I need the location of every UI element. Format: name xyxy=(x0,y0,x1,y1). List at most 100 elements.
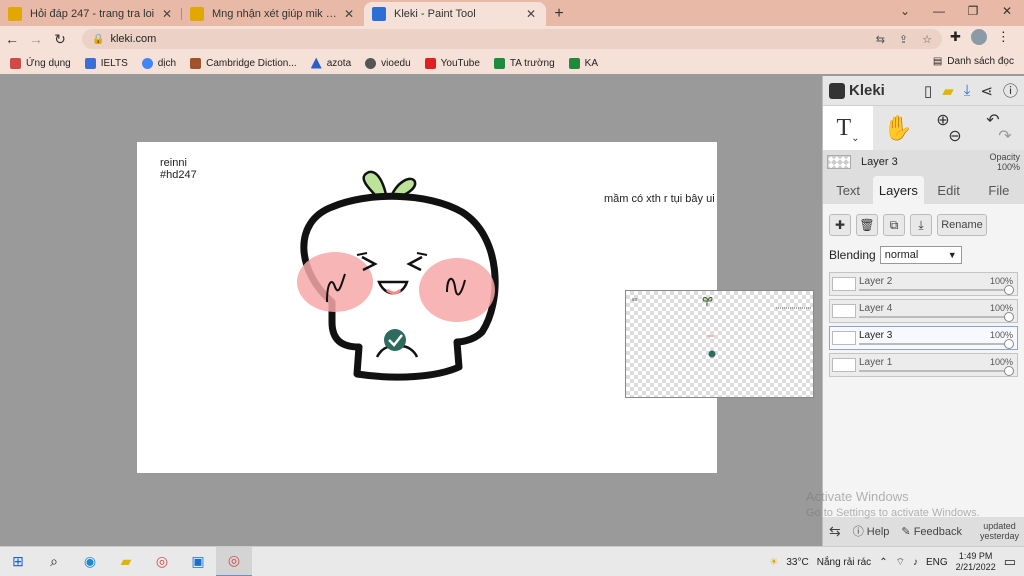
text-tool-button[interactable]: T ⌄ xyxy=(823,106,873,150)
chevron-down-icon: ⌄ xyxy=(851,133,860,144)
navigator-preview[interactable]: ≡≡ xyxy=(625,290,814,398)
opacity-slider-handle[interactable] xyxy=(1004,312,1014,322)
bookmark-azota[interactable]: azota xyxy=(310,57,351,69)
help-link[interactable]: ⓘ Help xyxy=(853,523,890,539)
add-layer-button[interactable]: ✚ xyxy=(829,214,851,236)
tab-text[interactable]: Text xyxy=(823,176,873,204)
bookmark-dich[interactable]: dịch xyxy=(141,57,176,69)
tab-file[interactable]: File xyxy=(974,176,1024,204)
notifications-icon[interactable]: ▭ xyxy=(1004,554,1016,570)
bookmark-vioedu[interactable]: vioedu xyxy=(365,57,411,69)
rename-layer-button[interactable]: Rename xyxy=(937,214,987,236)
opacity-slider-track[interactable] xyxy=(859,316,1005,318)
feedback-link[interactable]: ✎ Feedback xyxy=(901,525,962,538)
bookmark-star-icon[interactable]: ☆ xyxy=(922,33,932,46)
tab-edit[interactable]: Edit xyxy=(924,176,974,204)
opacity-slider-track[interactable] xyxy=(859,343,1005,345)
redo-icon[interactable]: ↷ xyxy=(998,126,1011,146)
blending-label: Blending xyxy=(829,248,876,262)
tab-nhanxet[interactable]: Mng nhận xét giúp mik ak :)) Lần ✕ xyxy=(182,2,364,26)
tab-kleki[interactable]: Kleki - Paint Tool ✕ xyxy=(364,2,546,26)
cambridge-icon xyxy=(190,57,202,69)
delete-layer-button[interactable]: 🗑 xyxy=(856,214,878,236)
azota-icon xyxy=(310,57,322,69)
opacity-slider-handle[interactable] xyxy=(1004,285,1014,295)
profile-avatar[interactable] xyxy=(970,29,987,45)
search-icon[interactable]: ⌕ xyxy=(36,547,72,576)
reload-icon[interactable]: ↻ xyxy=(48,31,72,48)
windows-start-icon[interactable]: ⊞ xyxy=(0,547,36,576)
drawing-workspace[interactable]: reinni #hd247 mầm có xth r tụi bây ui ≡≡ xyxy=(0,76,822,546)
layer-item-layer-3[interactable]: Layer 3 100% xyxy=(829,326,1018,350)
opacity-slider-handle[interactable] xyxy=(1004,366,1014,376)
kleki-favicon-icon xyxy=(372,7,386,21)
network-icon[interactable]: ⌔ xyxy=(896,556,905,569)
address-bar[interactable]: 🔒 kleki.com ⇆ ⇪ ☆ xyxy=(82,29,942,49)
tab-layers[interactable]: Layers xyxy=(873,176,924,204)
menu-icon[interactable]: ⋮ xyxy=(997,29,1010,45)
help-circle-icon[interactable]: ⓘ xyxy=(1003,80,1018,101)
duplicate-layer-button[interactable]: ⧉ xyxy=(883,214,905,236)
weather-temp[interactable]: 33°C xyxy=(786,557,808,568)
layer-item-layer-4[interactable]: Layer 4 100% xyxy=(829,299,1018,323)
tab-search-icon[interactable]: ⌄ xyxy=(888,0,922,22)
restore-icon[interactable]: ❐ xyxy=(956,0,990,22)
hand-tool-button[interactable]: ✋ xyxy=(873,106,923,150)
window-controls: ⌄ — ❐ ✕ xyxy=(888,0,1024,26)
new-image-icon[interactable]: ▯ xyxy=(924,82,932,100)
bookmark-cambridge[interactable]: Cambridge Diction... xyxy=(190,57,297,69)
download-icon[interactable]: ⤓ xyxy=(964,82,971,99)
bookmark-ka[interactable]: KA xyxy=(568,57,598,69)
back-icon[interactable]: ← xyxy=(0,31,24,47)
blending-select[interactable]: normal ▼ xyxy=(879,246,962,264)
volume-icon[interactable]: ♪ xyxy=(913,557,918,568)
share-icon[interactable]: ⋖ xyxy=(980,82,993,100)
extensions-icon[interactable]: ✚ xyxy=(950,29,961,45)
bookmark-apps[interactable]: Ứng dụng xyxy=(10,57,71,69)
chrome-active-icon[interactable]: ◎ xyxy=(216,546,252,576)
layer-item-layer-2[interactable]: Layer 2 100% xyxy=(829,272,1018,296)
weather-icon[interactable]: ☀ xyxy=(769,557,778,568)
bookmark-youtube[interactable]: YouTube xyxy=(424,57,480,69)
zalo-icon[interactable]: ▣ xyxy=(180,547,216,576)
panel-header: Kleki ▯ ▰ ⤓ ⋖ ⓘ xyxy=(823,76,1024,106)
classroom-icon xyxy=(568,57,580,69)
mascot-drawing xyxy=(297,170,499,381)
close-tab-icon[interactable]: ✕ xyxy=(342,7,356,21)
close-window-icon[interactable]: ✕ xyxy=(990,0,1024,22)
tab-hoidap[interactable]: Hỏi đáp 247 - trang tra loi ✕ xyxy=(0,2,182,26)
opacity-slider-track[interactable] xyxy=(859,289,1005,291)
hand-icon: ✋ xyxy=(883,114,913,142)
zoom-out-icon[interactable]: ⊖ xyxy=(948,126,961,146)
language-indicator[interactable]: ENG xyxy=(926,557,948,568)
merge-layer-button[interactable]: ⤓ xyxy=(910,214,932,236)
bookmark-ta-truong[interactable]: TA trường xyxy=(493,57,555,69)
lock-icon[interactable]: 🔒 xyxy=(92,34,104,45)
swap-icon[interactable]: ⇆ xyxy=(829,523,841,540)
reading-list[interactable]: ▤ Danh sách đọc xyxy=(933,56,1014,67)
chevron-up-icon[interactable]: ⌃ xyxy=(879,557,887,568)
opacity-slider-handle[interactable] xyxy=(1004,339,1014,349)
bookmarks-bar: Ứng dụng IELTS dịch Cambridge Diction...… xyxy=(0,52,1024,74)
chevron-down-icon: ▼ xyxy=(947,250,957,260)
close-tab-icon[interactable]: ✕ xyxy=(160,7,174,21)
updated-badge: updated yesterday xyxy=(979,521,1019,541)
edge-icon[interactable]: ◉ xyxy=(72,547,108,576)
kleki-panel: Kleki ▯ ▰ ⤓ ⋖ ⓘ T ⌄ ✋ ⊕ ⊖ ↶ ↷ Layer 3 Op… xyxy=(822,76,1024,546)
zoom-buttons[interactable]: ⊕ ⊖ xyxy=(923,106,973,150)
clock[interactable]: 1:49 PM 2/21/2022 xyxy=(956,551,996,573)
bookmark-ielts[interactable]: IELTS xyxy=(84,57,128,69)
share-icon[interactable]: ⇪ xyxy=(899,33,908,46)
layer-item-layer-1[interactable]: Layer 1 100% xyxy=(829,353,1018,377)
forward-icon[interactable]: → xyxy=(24,31,48,47)
opacity-slider-track[interactable] xyxy=(859,370,1005,372)
minimize-icon[interactable]: — xyxy=(922,0,956,22)
chrome-icon[interactable]: ◎ xyxy=(144,547,180,576)
weather-desc[interactable]: Nắng rải rác xyxy=(817,557,871,568)
file-explorer-icon[interactable]: ▰ xyxy=(108,547,144,576)
translate-icon[interactable]: ⇆ xyxy=(876,33,885,46)
undo-redo-buttons[interactable]: ↶ ↷ xyxy=(973,106,1023,150)
close-tab-icon[interactable]: ✕ xyxy=(524,7,538,21)
new-tab-button[interactable]: + xyxy=(546,2,572,26)
open-folder-icon[interactable]: ▰ xyxy=(942,82,954,100)
